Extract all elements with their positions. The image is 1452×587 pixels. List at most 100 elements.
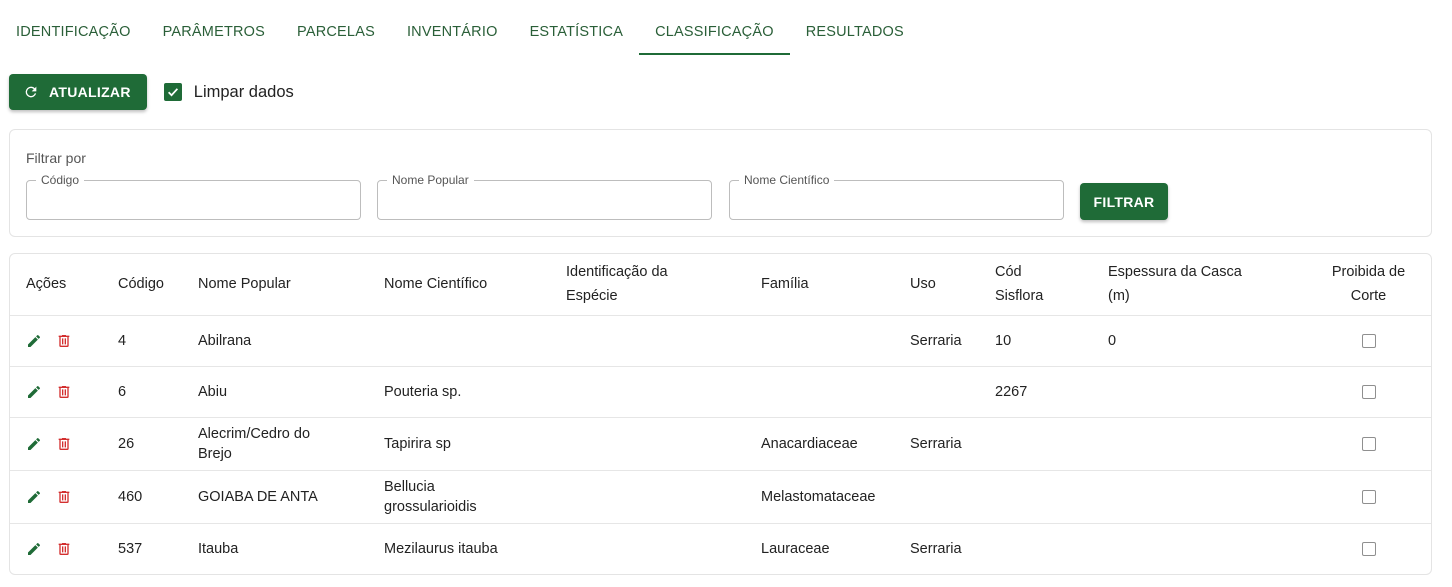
checkbox-checked[interactable] (163, 83, 182, 101)
header-nome-cientifico[interactable]: Nome Científico (384, 254, 566, 315)
table-row: 6 Abiu Pouteria sp. 2267 (10, 365, 1431, 417)
nome-popular-field: Nome Popular (377, 173, 712, 220)
pencil-icon[interactable] (26, 333, 42, 349)
header-familia[interactable]: Família (761, 254, 910, 315)
proibida-checkbox[interactable] (1361, 384, 1376, 399)
header-cod-sisflora[interactable]: Cód Sisflora (995, 254, 1108, 315)
cell-nome-cientifico: Pouteria sp. (384, 365, 566, 417)
pencil-icon[interactable] (26, 489, 42, 505)
cell-espessura (1108, 416, 1304, 470)
cell-familia (761, 365, 910, 417)
cell-identificacao (566, 365, 761, 417)
cell-proibida (1304, 469, 1431, 523)
cell-codigo: 6 (118, 365, 198, 417)
tab-parcelas[interactable]: PARCELAS (281, 8, 391, 55)
header-espessura[interactable]: Espessura da Casca (m) (1108, 254, 1304, 315)
cell-espessura: 0 (1108, 314, 1304, 366)
nome-popular-field-label: Nome Popular (387, 173, 474, 187)
actions-cell (10, 365, 118, 417)
cell-identificacao (566, 469, 761, 523)
cell-familia: Anacardiaceae (761, 416, 910, 470)
proibida-checkbox[interactable] (1361, 436, 1376, 451)
cell-proibida (1304, 314, 1431, 366)
table-row: 460 GOIABA DE ANTA Bellucia grossularioi… (10, 469, 1431, 523)
trash-icon[interactable] (56, 489, 72, 505)
cell-nome-popular: Alecrim/Cedro do Brejo (198, 416, 384, 470)
cell-uso (910, 365, 995, 417)
cell-nome-cientifico: Tapirira sp (384, 416, 566, 470)
filter-button[interactable]: FILTRAR (1080, 183, 1168, 220)
tab-inventario[interactable]: INVENTÁRIO (391, 8, 514, 55)
cell-nome-popular: Itauba (198, 522, 384, 574)
toolbar: ATUALIZAR Limpar dados (9, 74, 294, 110)
pencil-icon[interactable] (26, 541, 42, 557)
cell-codigo: 26 (118, 416, 198, 470)
cell-uso: Serraria (910, 416, 995, 470)
pencil-icon[interactable] (26, 384, 42, 400)
cell-identificacao (566, 314, 761, 366)
trash-icon[interactable] (56, 436, 72, 452)
header-identificacao[interactable]: Identificação da Espécie (566, 254, 761, 315)
cell-espessura (1108, 365, 1304, 417)
header-espessura-line1: Espessura da Casca (1108, 264, 1242, 281)
cell-proibida (1304, 522, 1431, 574)
actions-cell (10, 314, 118, 366)
cell-codigo: 460 (118, 469, 198, 523)
table-header-row: Ações Código Nome Popular Nome Científic… (10, 254, 1431, 315)
cell-familia: Melastomataceae (761, 469, 910, 523)
cell-codigo: 4 (118, 314, 198, 366)
cell-uso: Serraria (910, 522, 995, 574)
trash-icon[interactable] (56, 541, 72, 557)
proibida-checkbox[interactable] (1361, 489, 1376, 504)
tab-estatistica[interactable]: ESTATÍSTICA (514, 8, 640, 55)
trash-icon[interactable] (56, 333, 72, 349)
table-row: 26 Alecrim/Cedro do Brejo Tapirira sp An… (10, 416, 1431, 470)
species-table-card: Ações Código Nome Popular Nome Científic… (9, 253, 1432, 575)
header-identificacao-line2: Espécie (566, 288, 618, 305)
cell-espessura (1108, 469, 1304, 523)
header-proibida[interactable]: Proibida de Corte (1304, 254, 1431, 315)
nome-cientifico-field-label: Nome Científico (739, 173, 835, 187)
cell-uso (910, 469, 995, 523)
header-uso[interactable]: Uso (910, 254, 995, 315)
header-identificacao-line1: Identificação da (566, 264, 668, 281)
cell-identificacao (566, 416, 761, 470)
clear-data-label: Limpar dados (193, 82, 294, 101)
refresh-button-label: ATUALIZAR (49, 84, 131, 100)
tab-resultados[interactable]: RESULTADOS (790, 8, 920, 55)
tab-bar: IDENTIFICAÇÃO PARÂMETROS PARCELAS INVENT… (0, 8, 920, 55)
tab-classificacao[interactable]: CLASSIFICAÇÃO (639, 8, 790, 55)
filter-panel: Filtrar por Código Nome Popular Nome Cie… (9, 129, 1432, 237)
header-codigo[interactable]: Código (118, 254, 198, 315)
cell-espessura (1108, 522, 1304, 574)
cell-nome-popular: Abilrana (198, 314, 384, 366)
header-proibida-line1: Proibida de (1331, 264, 1406, 281)
cell-familia (761, 314, 910, 366)
cell-uso: Serraria (910, 314, 995, 366)
cell-familia: Lauraceae (761, 522, 910, 574)
clear-data-checkbox[interactable]: Limpar dados (163, 82, 294, 102)
header-espessura-line2: (m) (1108, 288, 1130, 305)
filter-title: Filtrar por (26, 150, 86, 166)
actions-cell (10, 522, 118, 574)
header-proibida-line2: Corte (1350, 288, 1387, 305)
header-acoes: Ações (26, 276, 67, 293)
cell-identificacao (566, 522, 761, 574)
trash-icon[interactable] (56, 384, 72, 400)
check-icon (167, 88, 178, 97)
cell-proibida (1304, 365, 1431, 417)
pencil-icon[interactable] (26, 436, 42, 452)
header-nome-popular[interactable]: Nome Popular (198, 254, 384, 315)
tab-identificacao[interactable]: IDENTIFICAÇÃO (0, 8, 147, 55)
cell-nome-popular: Abiu (198, 365, 384, 417)
cell-nome-cientifico (384, 314, 566, 366)
tab-parametros[interactable]: PARÂMETROS (147, 8, 281, 55)
refresh-button[interactable]: ATUALIZAR (9, 74, 147, 110)
proibida-checkbox[interactable] (1361, 333, 1376, 348)
table-row: 4 Abilrana Serraria 10 0 (10, 314, 1431, 366)
cell-proibida (1304, 416, 1431, 470)
nome-cientifico-field: Nome Científico (729, 173, 1064, 220)
table-row: 537 Itauba Mezilaurus itauba Lauraceae S… (10, 522, 1431, 574)
actions-cell (10, 469, 118, 523)
proibida-checkbox[interactable] (1361, 541, 1376, 556)
